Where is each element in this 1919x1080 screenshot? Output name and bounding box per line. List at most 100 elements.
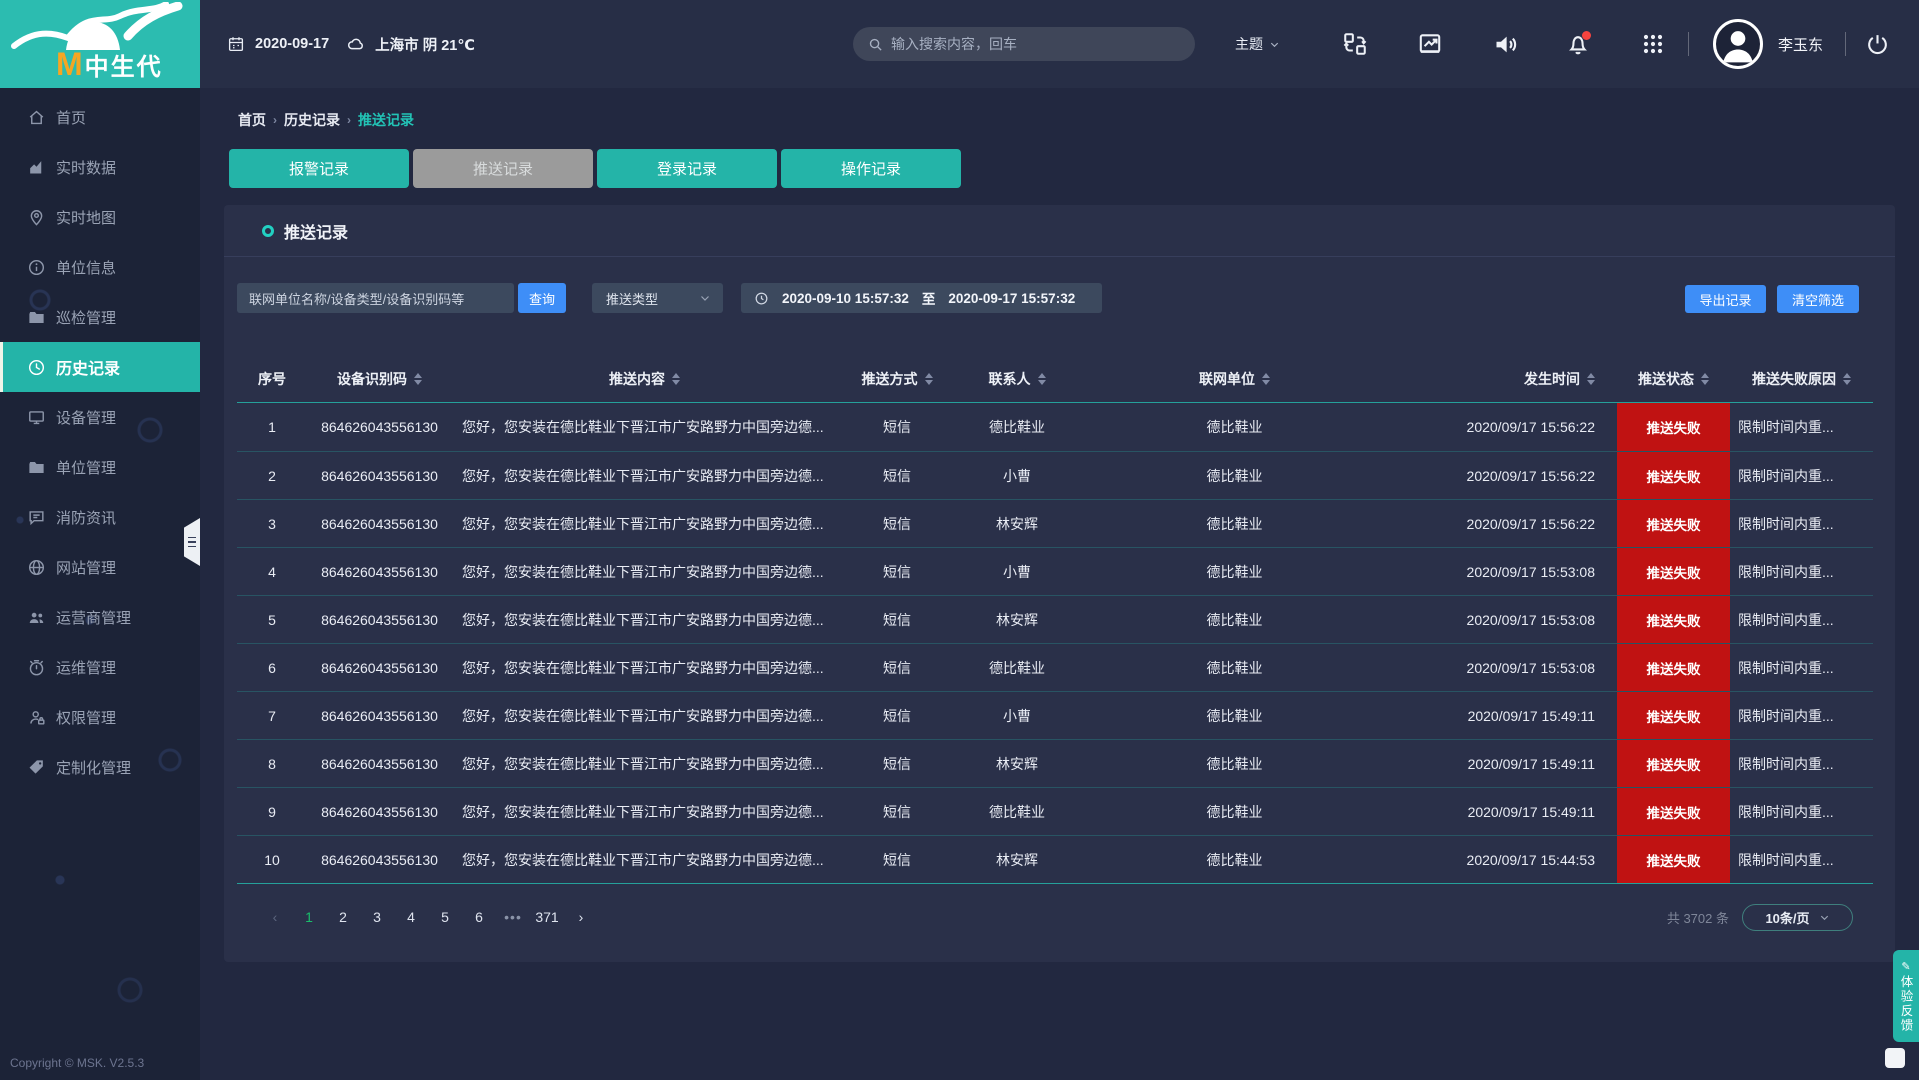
sidebar-item-globe[interactable]: 网站管理 [0,542,200,592]
sidebar-item-folder[interactable]: 巡检管理 [0,292,200,342]
cell-device-id: 864626043556130 [307,836,452,883]
search-icon [868,37,883,52]
cell-no: 5 [237,596,307,643]
chart-monitor-icon[interactable] [1416,30,1444,58]
page-size-select[interactable]: 10条/页 [1742,904,1853,931]
layout-swap-icon[interactable] [1341,30,1369,58]
feedback-tab[interactable]: ✎ 体验反馈 [1893,950,1919,1042]
table-column-header[interactable]: 推送失败原因 [1730,355,1873,402]
sidebar-item-info[interactable]: 单位信息 [0,242,200,292]
table-column-header[interactable]: 推送内容 [452,355,837,402]
clear-filter-button[interactable]: 清空筛选 [1777,285,1859,313]
sidebar-item-label: 实时地图 [56,207,116,228]
table-column-header[interactable]: 联系人 [957,355,1077,402]
search-input[interactable]: 输入搜索内容，回车 [853,27,1195,61]
bell-icon[interactable] [1564,30,1592,58]
back-to-top-button[interactable] [1885,1048,1905,1068]
cell-no: 3 [237,500,307,547]
date-range-picker[interactable]: 2020-09-10 15:57:32 至 2020-09-17 15:57:3… [741,283,1102,313]
sidebar-item-home[interactable]: 首页 [0,92,200,142]
export-button[interactable]: 导出记录 [1685,285,1766,313]
username[interactable]: 李玉东 [1778,0,1823,88]
sort-icon[interactable] [1701,373,1709,385]
cell-reason: 限制时间内重... [1730,788,1873,835]
pagination-page-1[interactable]: 1 [297,909,321,925]
cell-device-id: 864626043556130 [307,500,452,547]
pagination-next[interactable]: › [569,909,593,925]
cell-method: 短信 [837,548,957,595]
cell-device-id: 864626043556130 [307,403,452,451]
date-start: 2020-09-10 15:57:32 [782,291,909,306]
sidebar-item-label: 设备管理 [56,407,116,428]
sort-icon[interactable] [1038,373,1046,385]
sort-icon[interactable] [1262,373,1270,385]
cell-contact: 林安辉 [957,836,1077,883]
table-row: 1 864626043556130 您好，您安装在德比鞋业下晋江市广安路野力中国… [237,403,1873,451]
pagination-page-371[interactable]: 371 [535,909,559,925]
pagination-page-6[interactable]: 6 [467,909,491,925]
pagination-page-2[interactable]: 2 [331,909,355,925]
query-button[interactable]: 查询 [518,283,566,313]
cell-content: 您好，您安装在德比鞋业下晋江市广安路野力中国旁边德... [452,644,837,691]
cell-device-id: 864626043556130 [307,596,452,643]
table-column-header[interactable]: 发生时间 [1392,355,1617,402]
tab-报警记录[interactable]: 报警记录 [229,149,409,188]
sidebar-item-monitor[interactable]: 设备管理 [0,392,200,442]
apps-grid-icon[interactable] [1639,30,1667,58]
table-column-header[interactable]: 序号 [237,355,307,402]
sort-icon[interactable] [414,373,422,385]
sort-icon[interactable] [672,373,680,385]
breadcrumb-item[interactable]: 推送记录 [358,110,414,130]
cell-time: 2020/09/17 15:53:08 [1392,548,1617,595]
sidebar-item-data[interactable]: 实时数据 [0,142,200,192]
avatar[interactable] [1713,19,1763,69]
sidebar-item-folder[interactable]: 单位管理 [0,442,200,492]
sort-icon[interactable] [925,373,933,385]
pagination-page-4[interactable]: 4 [399,909,423,925]
cell-method: 短信 [837,452,957,499]
sidebar-item-label: 单位信息 [56,257,116,278]
table-column-header[interactable]: 推送方式 [837,355,957,402]
volume-icon[interactable] [1491,30,1519,58]
sidebar-item-label: 首页 [56,107,86,128]
cell-time: 2020/09/17 15:56:22 [1392,500,1617,547]
data-icon [26,157,46,177]
power-icon[interactable] [1863,30,1891,58]
record-tabs: 报警记录推送记录登录记录操作记录 [229,149,961,188]
cell-reason: 限制时间内重... [1730,836,1873,883]
keyword-input[interactable]: 联网单位名称/设备类型/设备识别码等 [237,283,514,313]
pagination-bar: ‹123456•••371› 共 3702 条 10条/页 [237,897,1873,937]
sidebar-item-clock[interactable]: 历史记录 [0,342,200,392]
sort-icon[interactable] [1587,373,1595,385]
sidebar-item-users[interactable]: 运营商管理 [0,592,200,642]
clock-icon [26,357,46,377]
sidebar-item-map[interactable]: 实时地图 [0,192,200,242]
logo-letter: M [56,48,83,80]
cell-status: 推送失败 [1617,500,1730,547]
pagination-page-3[interactable]: 3 [365,909,389,925]
pagination-prev[interactable]: ‹ [263,909,287,925]
tab-推送记录[interactable]: 推送记录 [413,149,593,188]
tab-操作记录[interactable]: 操作记录 [781,149,961,188]
sidebar-item-userlock[interactable]: 权限管理 [0,692,200,742]
breadcrumb-item[interactable]: 历史记录 [284,110,340,130]
push-type-select[interactable]: 推送类型 [592,283,723,313]
sidebar-item-stopwatch[interactable]: 运维管理 [0,642,200,692]
cell-method: 短信 [837,596,957,643]
theme-select[interactable]: 主题 [1235,0,1280,88]
brand-logo[interactable]: M 中生代 [0,0,200,88]
table-column-header[interactable]: 推送状态 [1617,355,1730,402]
breadcrumb-item[interactable]: 首页 [238,110,266,130]
table-column-header[interactable]: 联网单位 [1077,355,1392,402]
sidebar-item-chat[interactable]: 消防资讯 [0,492,200,542]
cell-reason: 限制时间内重... [1730,644,1873,691]
sidebar-item-tag[interactable]: 定制化管理 [0,742,200,792]
theme-label: 主题 [1235,34,1263,54]
sort-icon[interactable] [1843,373,1851,385]
sidebar-item-label: 消防资讯 [56,507,116,528]
cell-no: 2 [237,452,307,499]
tab-登录记录[interactable]: 登录记录 [597,149,777,188]
table-column-header[interactable]: 设备识别码 [307,355,452,402]
cell-device-id: 864626043556130 [307,740,452,787]
pagination-page-5[interactable]: 5 [433,909,457,925]
